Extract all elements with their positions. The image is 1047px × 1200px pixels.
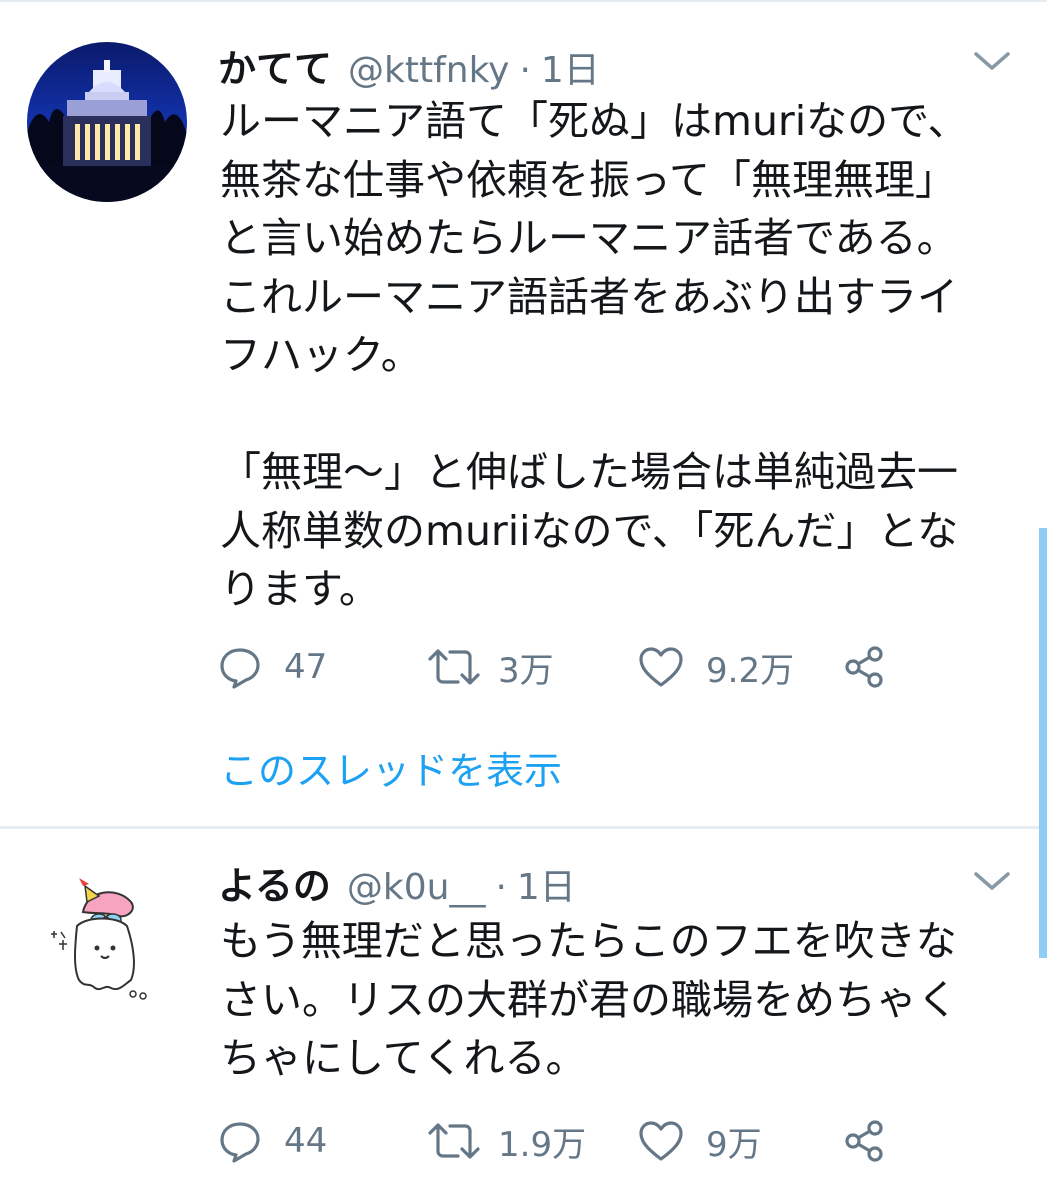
tweet-text-line: ちゃにしてくれる。 [220,1034,587,1082]
avatar[interactable] [27,856,187,1016]
tweet-text-line: さい。リスの大群が君の職場をめちゃく [220,975,958,1024]
tweet-text-line: もう無理だと思ったらこのフエを吹きな [220,917,957,965]
share-icon [845,1120,883,1162]
tweet-actions: 47 3万 9.2万 [218,642,918,692]
tweet-divider [0,826,1047,829]
tweet-text-line: 人称単数のmuriiなので、「死んだ」とな [220,506,959,555]
tweet-text-line: ります。 [220,565,380,613]
ghost-with-bow-illustration [27,856,187,1016]
retweet-count: 3万 [498,650,554,691]
tweet-text-line: 「無理～」と伸ばした場合は単純過去一 [220,448,958,496]
chevron-down-icon [974,52,1010,70]
tweet-header: かてて @kttfnky · 1日 [218,38,600,94]
like-button[interactable]: 9.2万 [638,642,794,692]
tweet-menu-button[interactable] [972,866,1012,896]
retweet-button[interactable]: 1.9万 [426,1116,586,1166]
tweet-2[interactable]: よるの @k0u__ · 1日 もう無理だと思ったらこのフエを吹きな さい。リス… [0,830,1047,1200]
user-handle[interactable]: @kttfnky [348,50,509,91]
user-handle[interactable]: @k0u__ [347,867,486,908]
reply-count: 47 [284,647,328,687]
tweet-text: ルーマニア語て「死ぬ」はmuriなので、 無茶な仕事や依頼を振って「無理無理」 … [220,92,1020,619]
timestamp[interactable]: 1日 [541,41,600,93]
share-icon [845,646,883,688]
tweet-header: よるの @k0u__ · 1日 [218,855,576,911]
display-name[interactable]: よるの [218,855,331,910]
reply-icon [220,1122,260,1163]
show-thread-link[interactable]: このスレッドを表示 [220,740,562,795]
tweet-text-line: これルーマニア語話者をあぶり出すライ [220,272,958,321]
like-count: 9万 [706,1124,762,1165]
display-name[interactable]: かてて [218,38,332,93]
like-button[interactable]: 9万 [638,1116,762,1166]
like-icon [639,647,683,687]
tweet-text-line: ルーマニア語て「死ぬ」はmuriなので、 [220,97,969,145]
like-icon [639,1121,683,1161]
scrollbar[interactable] [1039,528,1047,958]
separator-dot: · [519,50,531,91]
reply-count: 44 [284,1121,328,1161]
like-count: 9.2万 [706,650,795,691]
retweet-count: 1.9万 [498,1124,587,1165]
reply-button[interactable]: 44 [218,1116,327,1166]
retweet-icon [428,649,480,685]
reply-icon [220,648,260,689]
tweet-text-line: フハック。 [220,331,422,379]
paragraph-break [220,385,1020,444]
separator-dot: · [495,867,507,908]
tweet-1[interactable]: かてて @kttfnky · 1日 ルーマニア語て「死ぬ」はmuriなので、 無… [0,0,1047,828]
tweet-text-line: 無茶な仕事や依頼を振って「無理無理」 [220,155,956,204]
capitol-building-night-photo [27,42,187,202]
tweet-menu-button[interactable] [972,46,1012,76]
share-button[interactable] [842,1116,886,1166]
retweet-button[interactable]: 3万 [426,642,554,692]
tweet-text-line: と言い始めたらルーマニア話者である。 [220,214,958,262]
tweet-text: もう無理だと思ったらこのフエを吹きな さい。リスの大群が君の職場をめちゃく ちゃ… [220,912,1020,1088]
tweet-actions: 44 1.9万 9万 [218,1116,918,1166]
reply-button[interactable]: 47 [218,642,327,692]
chevron-down-icon [974,872,1010,890]
avatar[interactable] [27,42,187,202]
share-button[interactable] [842,642,886,692]
retweet-icon [428,1123,480,1159]
timestamp[interactable]: 1日 [517,858,576,910]
